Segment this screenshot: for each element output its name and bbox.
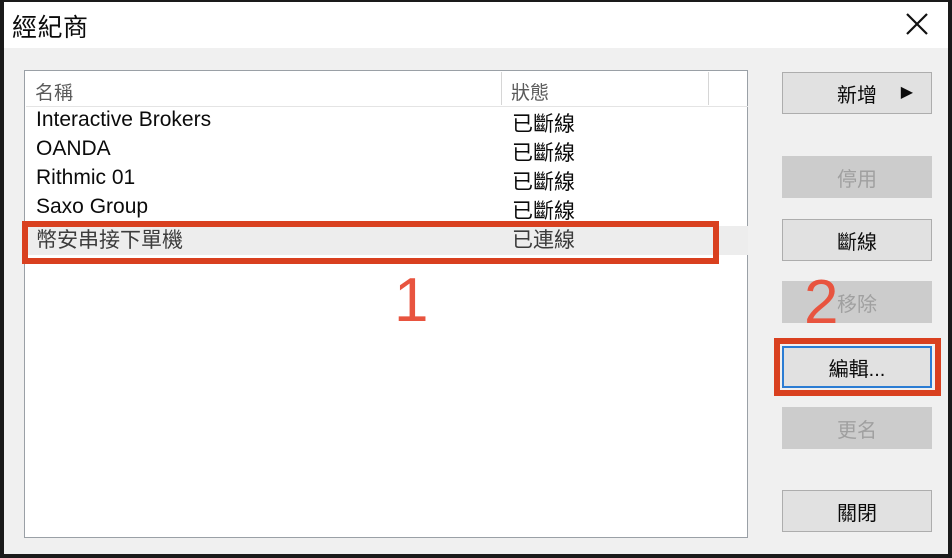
row-name: Saxo Group	[36, 195, 149, 218]
disconnect-broker-button[interactable]: 斷線	[782, 219, 932, 261]
row-state: 已斷線	[512, 142, 575, 165]
disable-broker-button[interactable]: 停用	[782, 156, 932, 198]
header-divider	[26, 106, 748, 107]
table-row[interactable]: Saxo Group 已斷線	[26, 195, 748, 226]
close-dialog-label: 關閉	[837, 502, 877, 525]
title-bar: 經紀商	[4, 2, 948, 48]
close-dialog-button[interactable]: 關閉	[782, 490, 932, 532]
remove-broker-button[interactable]: 移除	[782, 281, 932, 323]
row-state: 已斷線	[512, 113, 575, 136]
table-row-selected[interactable]: 幣安串接下單機 已連線	[26, 226, 748, 255]
row-name: OANDA	[36, 137, 111, 160]
row-name: Rithmic 01	[36, 166, 136, 189]
row-state: 已斷線	[512, 200, 575, 223]
rename-broker-button[interactable]: 更名	[782, 407, 932, 449]
close-window-button[interactable]	[886, 2, 948, 46]
disable-broker-label: 停用	[837, 168, 877, 191]
remove-broker-label: 移除	[837, 293, 877, 316]
edit-broker-label: 編輯...	[828, 358, 886, 381]
column-header-name[interactable]: 名稱	[35, 78, 73, 105]
edit-broker-button[interactable]: 編輯...	[782, 346, 932, 388]
column-separator	[501, 72, 502, 105]
broker-list-panel[interactable]: 名稱 狀態 Interactive Brokers 已斷線 OANDA 已斷線 …	[24, 70, 748, 538]
row-state: 已連線	[512, 229, 575, 252]
table-row[interactable]: OANDA 已斷線	[26, 137, 748, 168]
column-separator	[708, 72, 709, 105]
disconnect-broker-label: 斷線	[837, 231, 877, 254]
row-state: 已斷線	[512, 171, 575, 194]
row-name: Interactive Brokers	[36, 108, 212, 131]
chevron-right-icon: ▶	[900, 84, 913, 101]
row-name: 幣安串接下單機	[36, 229, 183, 252]
window-title: 經紀商	[12, 14, 89, 42]
rename-broker-label: 更名	[837, 419, 877, 442]
broker-dialog-window: 經紀商 名稱 狀態 Interactive Brokers 已斷線 OANDA …	[0, 0, 952, 558]
table-row[interactable]: Interactive Brokers 已斷線	[26, 108, 748, 139]
close-x-icon	[903, 10, 931, 38]
add-broker-label: 新增	[837, 84, 877, 107]
table-row[interactable]: Rithmic 01 已斷線	[26, 166, 748, 197]
add-broker-button[interactable]: 新增 ▶	[782, 72, 932, 114]
column-header-state[interactable]: 狀態	[511, 78, 549, 105]
